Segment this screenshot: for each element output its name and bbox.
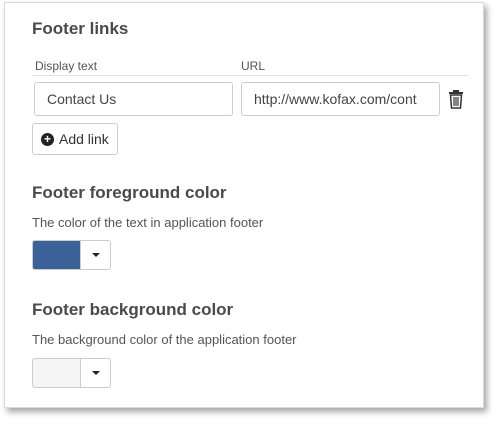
- caret-down-icon: [91, 253, 100, 257]
- add-link-label: Add link: [59, 131, 109, 147]
- url-input[interactable]: http://www.kofax.com/cont: [241, 82, 440, 116]
- foreground-color-title: Footer foreground color: [32, 183, 227, 202]
- settings-panel: Footer links Display text URL Contact Us…: [4, 2, 484, 408]
- background-color-title: Footer background color: [32, 300, 234, 319]
- foreground-color-swatch[interactable]: [32, 240, 81, 270]
- caret-down-icon: [91, 371, 100, 375]
- column-divider: [32, 75, 469, 76]
- foreground-color-description: The color of the text in application foo…: [32, 215, 264, 230]
- trash-icon[interactable]: [448, 89, 464, 109]
- footer-links-title: Footer links: [32, 19, 129, 38]
- url-column-label: URL: [241, 59, 266, 73]
- add-link-button[interactable]: + Add link: [32, 123, 118, 155]
- background-color-swatch[interactable]: [32, 358, 81, 388]
- background-color-dropdown-button[interactable]: [81, 358, 111, 388]
- plus-circle-icon: +: [41, 132, 54, 146]
- display-text-input[interactable]: Contact Us: [34, 82, 233, 116]
- foreground-color-dropdown-button[interactable]: [81, 240, 111, 270]
- display-text-column-label: Display text: [35, 59, 98, 73]
- background-color-description: The background color of the application …: [32, 332, 297, 347]
